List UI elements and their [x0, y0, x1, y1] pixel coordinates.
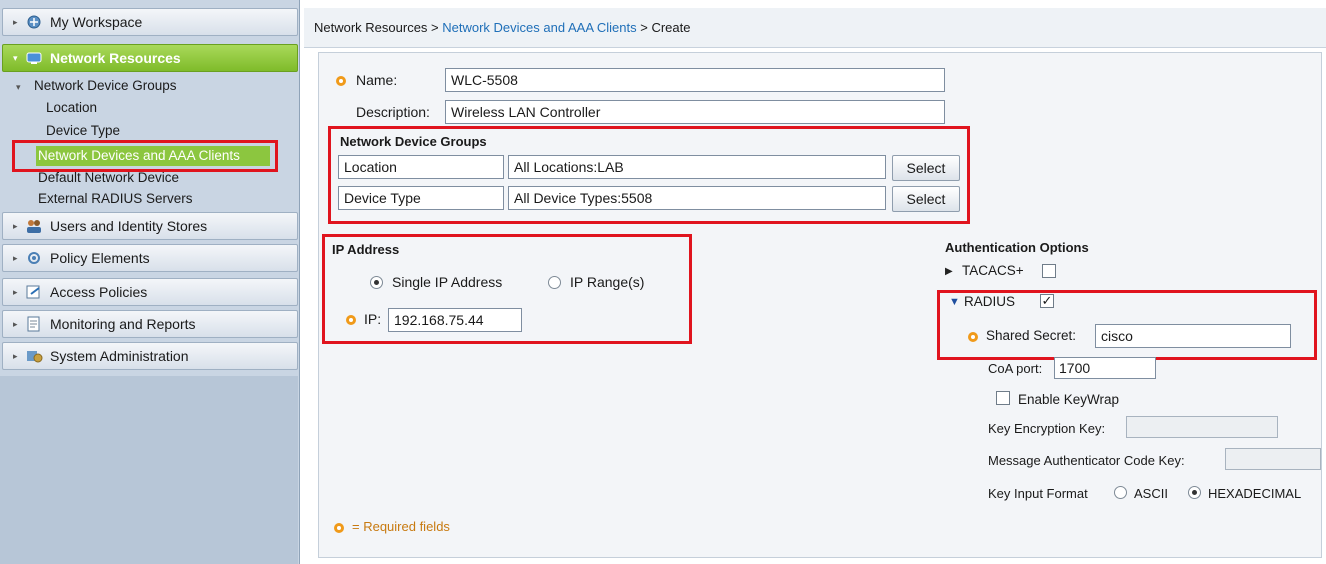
required-fields-legend: = Required fields [352, 519, 450, 534]
nav-users-identity-stores[interactable]: ▸ Users and Identity Stores [2, 212, 298, 240]
sub-location[interactable]: Location [46, 100, 97, 115]
nav-label: Network Resources [50, 50, 181, 66]
sub-device-type[interactable]: Device Type [46, 123, 120, 138]
key-encryption-key-label: Key Encryption Key: [988, 421, 1106, 436]
collapse-arrow-icon: ▾ [16, 82, 21, 92]
hexadecimal-label: HEXADECIMAL [1208, 486, 1302, 501]
network-icon [25, 50, 43, 66]
nav-label: Monitoring and Reports [50, 316, 196, 332]
nav-label: My Workspace [50, 14, 143, 30]
nav-monitoring-reports[interactable]: ▸ Monitoring and Reports [2, 310, 298, 338]
ascii-radio[interactable] [1114, 486, 1127, 499]
description-input[interactable]: Wireless LAN Controller [445, 100, 945, 124]
coa-port-label: CoA port: [988, 361, 1043, 376]
message-auth-code-key-label: Message Authenticator Code Key: [988, 453, 1185, 468]
sub-external-radius-servers[interactable]: External RADIUS Servers [38, 191, 193, 206]
breadcrumb: Network Resources > Network Devices and … [304, 8, 1326, 48]
collapse-arrow-icon: ▾ [13, 52, 18, 63]
expand-arrow-icon: ▸ [13, 220, 18, 231]
description-label: Description: [356, 104, 430, 120]
nav-access-policies[interactable]: ▸ Access Policies [2, 278, 298, 306]
system-admin-icon [25, 348, 43, 364]
nav-label: System Administration [50, 348, 189, 364]
policy-elements-icon [25, 250, 43, 266]
nav-policy-elements[interactable]: ▸ Policy Elements [2, 244, 298, 272]
expand-arrow-icon: ▸ [13, 252, 18, 263]
required-icon [334, 523, 344, 533]
coa-port-input[interactable]: 1700 [1054, 357, 1156, 379]
key-input-format-label: Key Input Format [988, 486, 1088, 501]
expand-arrow-icon: ▸ [13, 318, 18, 329]
ascii-label: ASCII [1134, 486, 1168, 501]
monitoring-icon [25, 316, 43, 332]
breadcrumb-root[interactable]: Network Resources > [314, 20, 442, 35]
key-encryption-key-input[interactable] [1126, 416, 1278, 438]
highlight-box [937, 290, 1317, 360]
access-policies-icon [25, 284, 43, 300]
auth-options-heading: Authentication Options [945, 240, 1089, 255]
sub-network-device-groups[interactable]: Network Device Groups [34, 78, 177, 93]
sidebar: ▸ My Workspace ▾ Network Resources ▾ Net… [0, 0, 300, 564]
highlight-box [322, 234, 692, 344]
workspace-icon [25, 14, 43, 30]
nav-label: Policy Elements [50, 250, 150, 266]
nav-my-workspace[interactable]: ▸ My Workspace [2, 8, 298, 36]
highlight-box [328, 126, 970, 224]
enable-keywrap-label: Enable KeyWrap [1018, 392, 1120, 407]
sidebar-background [0, 376, 298, 564]
tacacs-label: TACACS+ [962, 263, 1024, 278]
expand-arrow-icon[interactable]: ▶ [945, 266, 953, 277]
expand-arrow-icon: ▸ [13, 350, 18, 361]
breadcrumb-current: > Create [636, 20, 691, 35]
name-input[interactable]: WLC-5508 [445, 68, 945, 92]
hexadecimal-radio[interactable] [1188, 486, 1201, 499]
name-label: Name: [356, 72, 398, 88]
sub-default-network-device[interactable]: Default Network Device [38, 170, 179, 185]
nav-system-administration[interactable]: ▸ System Administration [2, 342, 298, 370]
users-icon [25, 218, 43, 234]
nav-label: Users and Identity Stores [50, 218, 208, 234]
message-auth-code-key-input[interactable] [1225, 448, 1321, 470]
expand-arrow-icon: ▸ [13, 16, 18, 27]
nav-label: Access Policies [50, 284, 148, 300]
enable-keywrap-checkbox[interactable] [996, 391, 1010, 405]
tacacs-checkbox[interactable] [1042, 264, 1056, 278]
highlight-box [12, 140, 278, 172]
breadcrumb-link[interactable]: Network Devices and AAA Clients [442, 20, 636, 35]
nav-network-resources[interactable]: ▾ Network Resources [2, 44, 298, 72]
required-icon [336, 76, 346, 86]
expand-arrow-icon: ▸ [13, 286, 18, 297]
